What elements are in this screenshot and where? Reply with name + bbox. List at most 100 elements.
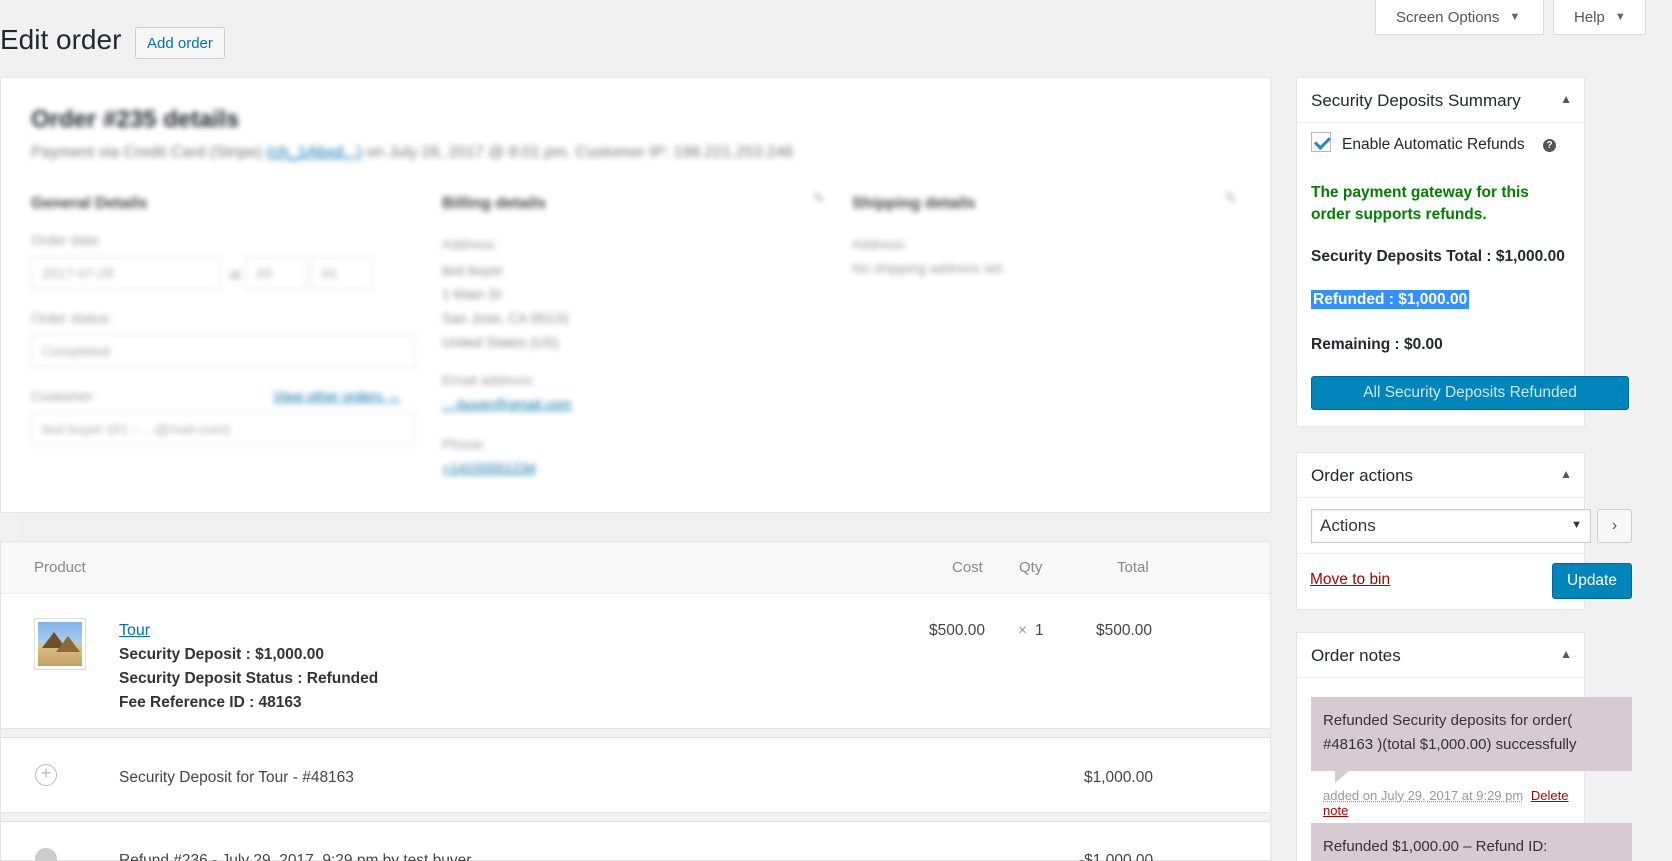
customer-label: Customer: [31,388,96,404]
collapse-caret-icon[interactable]: ▲ [1560,467,1572,481]
shipping-address-label: Address: [852,236,908,252]
shipping-address: No shipping address set. [852,260,1007,276]
email-label: Email address: [442,372,535,388]
page-title: Edit order [0,24,122,55]
order-payment-info: Payment via Credit Card (Stripe) (ch_1Ab… [31,144,793,162]
billing-address-line: 1 Main St [442,286,502,302]
order-actions-header[interactable]: Order actions ▲ [1297,453,1584,498]
billing-address-label: Address: [442,236,498,252]
deposits-refunded: Refunded : $1,000.00 [1311,290,1470,309]
qty-times-icon: × [1018,622,1028,639]
order-actions-select[interactable]: Actions ▼ [1311,509,1591,543]
order-minute-input[interactable]: 01 [311,256,373,290]
billing-details-heading: Billing details [442,195,547,212]
note-date: added on July 29, 2017 at 9:29 pm [1323,788,1524,803]
billing-address-line: test buyer [442,262,504,278]
collapse-caret-icon[interactable]: ▲ [1560,647,1572,661]
fee-total: $1,000.00 [1084,769,1153,786]
enable-auto-refund-checkbox[interactable] [1311,132,1331,152]
order-details-panel: Order #235 details Payment via Credit Ca… [0,77,1271,513]
refund-icon [35,848,57,861]
shipping-details-heading: Shipping details [852,195,976,212]
help-label: Help [1574,8,1605,26]
view-other-orders-link[interactable]: View other orders → [273,388,400,404]
item-meta-line: Security Deposit : $1,000.00 [119,646,325,663]
order-status-label: Order status: [31,310,112,326]
screen-options-tab[interactable]: Screen Options ▼ [1375,0,1544,35]
gateway-support-message: The payment gateway for this order suppo… [1311,184,1529,223]
order-status-select[interactable]: Completed [31,334,415,368]
deposits-total: Security Deposits Total : $1,000.00 [1311,248,1565,265]
plus-circle-icon: + [35,764,57,786]
general-details-heading: General Details [31,195,148,212]
security-deposits-header[interactable]: Security Deposits Summary ▲ [1297,78,1584,123]
collapse-caret-icon[interactable]: ▲ [1560,92,1572,106]
order-notes-box: Order notes ▲ Refunded Security deposits… [1296,632,1632,861]
edit-billing-icon[interactable]: ✎ [813,190,825,207]
col-total: Total [1117,559,1149,576]
move-to-bin-link[interactable]: Move to bin [1310,571,1390,589]
item-cost: $500.00 [929,622,986,639]
help-tip-icon[interactable]: ? [1543,139,1556,152]
screen-options-label: Screen Options [1396,8,1500,26]
order-notes-header[interactable]: Order notes ▲ [1297,633,1584,678]
order-note: Refunded Security deposits for order( #4… [1311,697,1632,771]
col-product: Product [34,559,86,576]
customer-select[interactable]: test buyer (#1 – ...@mail.com) [31,412,415,446]
order-date-label: Order date: [31,232,102,248]
item-qty: 1 [1035,622,1044,639]
caret-down-icon: ▼ [1509,11,1521,23]
item-meta-line: Fee Reference ID : 48163 [119,694,302,711]
at-label: at [229,266,241,282]
note-tail [1335,771,1349,783]
edit-shipping-icon[interactable]: ✎ [1225,190,1237,207]
row-separator [1,812,1270,822]
billing-address-line: United States (US) [442,334,559,350]
actions-divider [1297,553,1584,554]
col-qty: Qty [1019,559,1043,576]
order-notes-title: Order notes [1311,646,1401,665]
section-divider [20,513,1271,541]
deposits-remaining: Remaining : $0.00 [1311,336,1443,353]
order-actions-box: Order actions ▲ Actions ▼ › Move to bin … [1296,452,1632,610]
transaction-link[interactable]: (ch_1Abxd...) [267,144,362,161]
phone-link[interactable]: +14155551234 [442,460,536,476]
pyramid-shape [56,636,80,652]
phone-label: Phone: [442,436,487,452]
order-hour-input[interactable]: 20 [245,256,307,290]
help-tab[interactable]: Help ▼ [1553,0,1646,35]
note-meta: added on July 29, 2017 at 9:29 pm Delete… [1323,788,1584,818]
caret-down-icon: ▼ [1614,11,1626,23]
item-meta-line: Security Deposit Status : Refunded [119,670,379,687]
product-thumbnail[interactable] [34,618,86,670]
add-order-button[interactable]: Add order [135,27,225,59]
row-separator [1,728,1270,738]
order-note: Refunded $1,000.00 – Refund ID: [1311,823,1632,861]
email-link[interactable]: ...-buyer@gmail.com [442,396,571,412]
payment-method-text: Payment via Credit Card (Stripe) [31,144,263,161]
enable-auto-refund-label: Enable Automatic Refunds [1342,136,1525,153]
apply-action-button[interactable]: › [1597,509,1632,543]
refund-total: -$1,000.00 [1079,852,1154,861]
order-actions-select-value: Actions [1320,516,1376,535]
security-deposits-title: Security Deposits Summary [1311,91,1521,110]
item-total: $500.00 [1096,622,1153,639]
order-heading: Order #235 details [31,106,240,133]
security-deposits-box: Security Deposits Summary ▲ Enable Autom… [1296,77,1629,427]
refund-label: Refund #236 - July 29, 2017, 9:29 pm by … [119,852,472,861]
fee-label: Security Deposit for Tour - #48163 [119,769,354,786]
pyramid-image [38,622,82,666]
col-cost: Cost [952,559,983,576]
all-deposits-refunded-button[interactable]: All Security Deposits Refunded [1311,376,1629,410]
product-link[interactable]: Tour [119,622,150,640]
deposits-refunded-wrap: Refunded : $1,000.00 [1311,290,1470,309]
update-button[interactable]: Update [1552,563,1632,599]
order-items-table: Product Cost Qty Total Tour Security Dep… [0,541,1271,861]
billing-address-line: San Jose, CA 95131 [442,310,570,326]
billing-address: test buyer 1 Main St San Jose, CA 95131 … [442,258,570,354]
dropdown-arrow-icon: ▼ [1571,519,1582,531]
order-date-input[interactable]: 2017-07-28 [31,256,221,290]
payment-date-text: on July 28, 2017 @ 8:01 pm. Customer IP:… [366,144,794,161]
order-actions-title: Order actions [1311,466,1414,485]
items-header-row: Product Cost Qty Total [1,542,1270,594]
